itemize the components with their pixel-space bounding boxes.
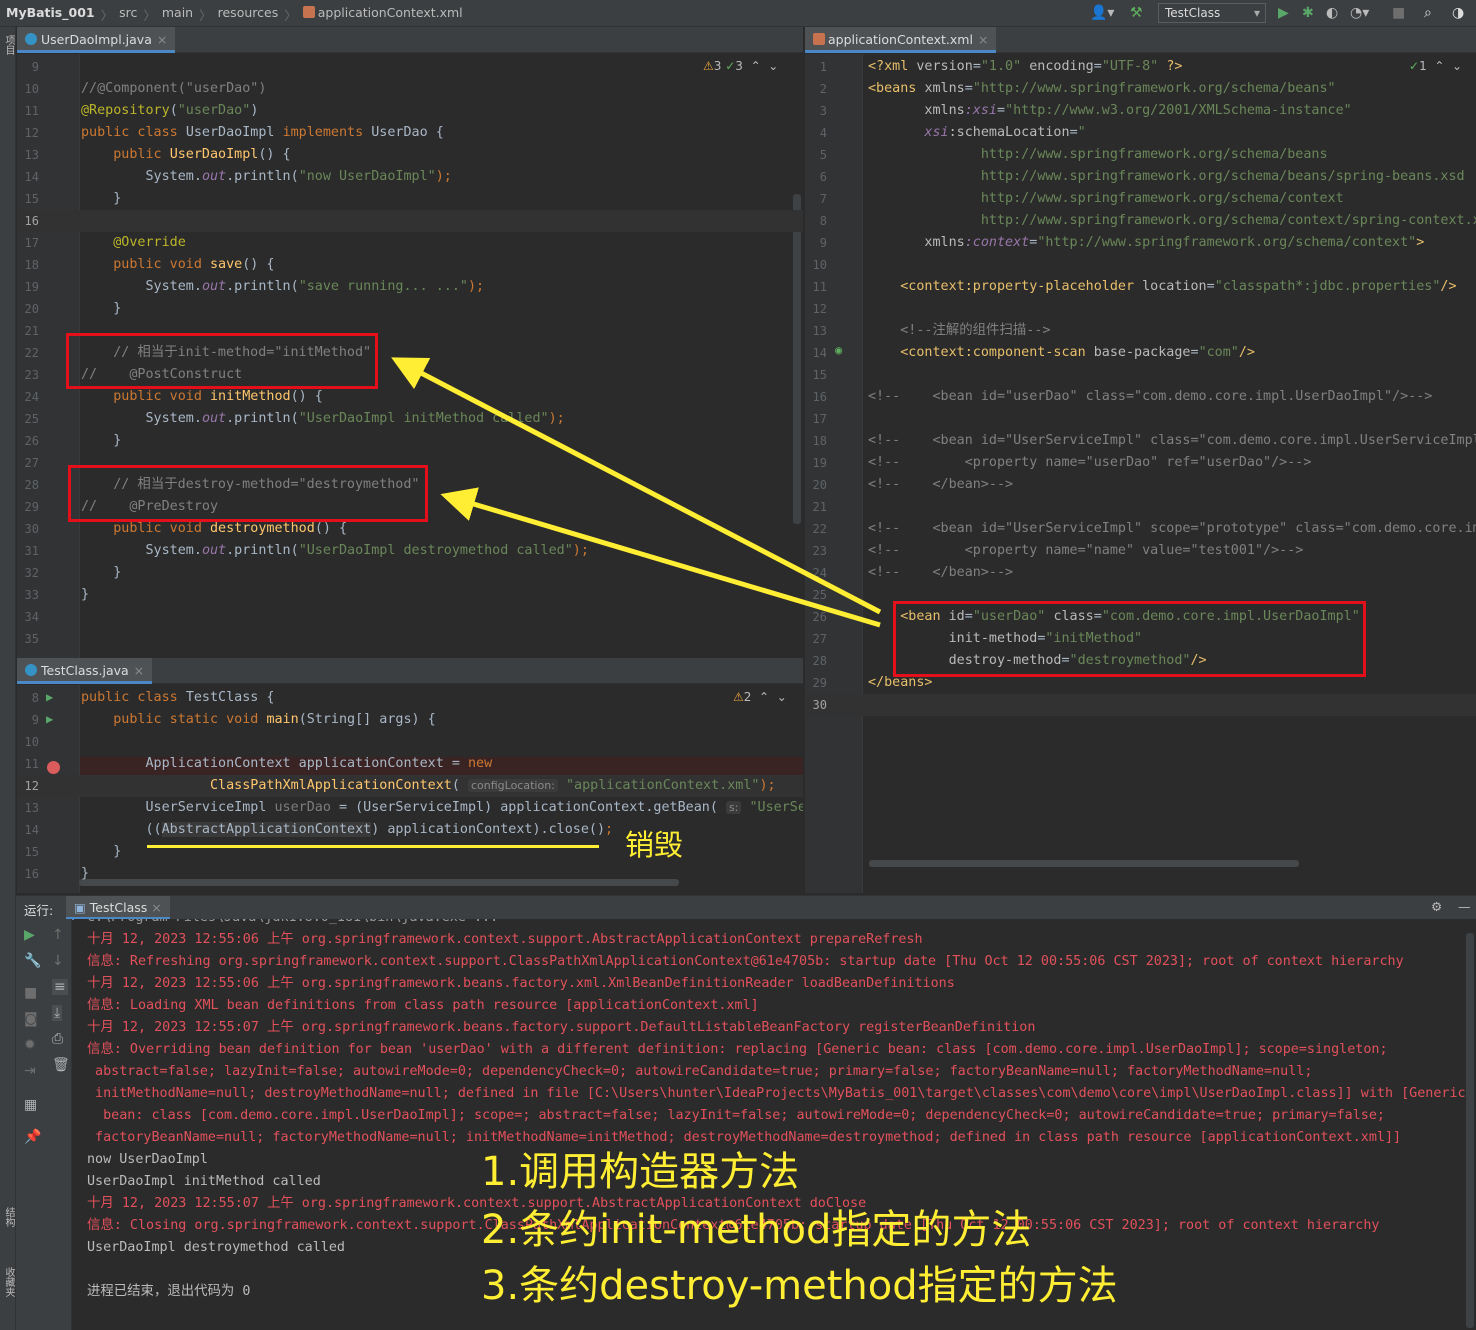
step-3-annotation: 3.条约destroy-method指定的方法 [481, 1263, 1118, 1309]
step-1-annotation: 1.调用构造器方法 [481, 1149, 800, 1195]
step-2-annotation: 2.条约init-method指定的方法 [481, 1207, 1032, 1253]
arrow-to-destroy-method [440, 487, 881, 628]
arrow-to-init-method [391, 357, 882, 615]
annotation-arrows [391, 357, 882, 628]
destroy-annotation-label: 销毁 [625, 828, 684, 862]
